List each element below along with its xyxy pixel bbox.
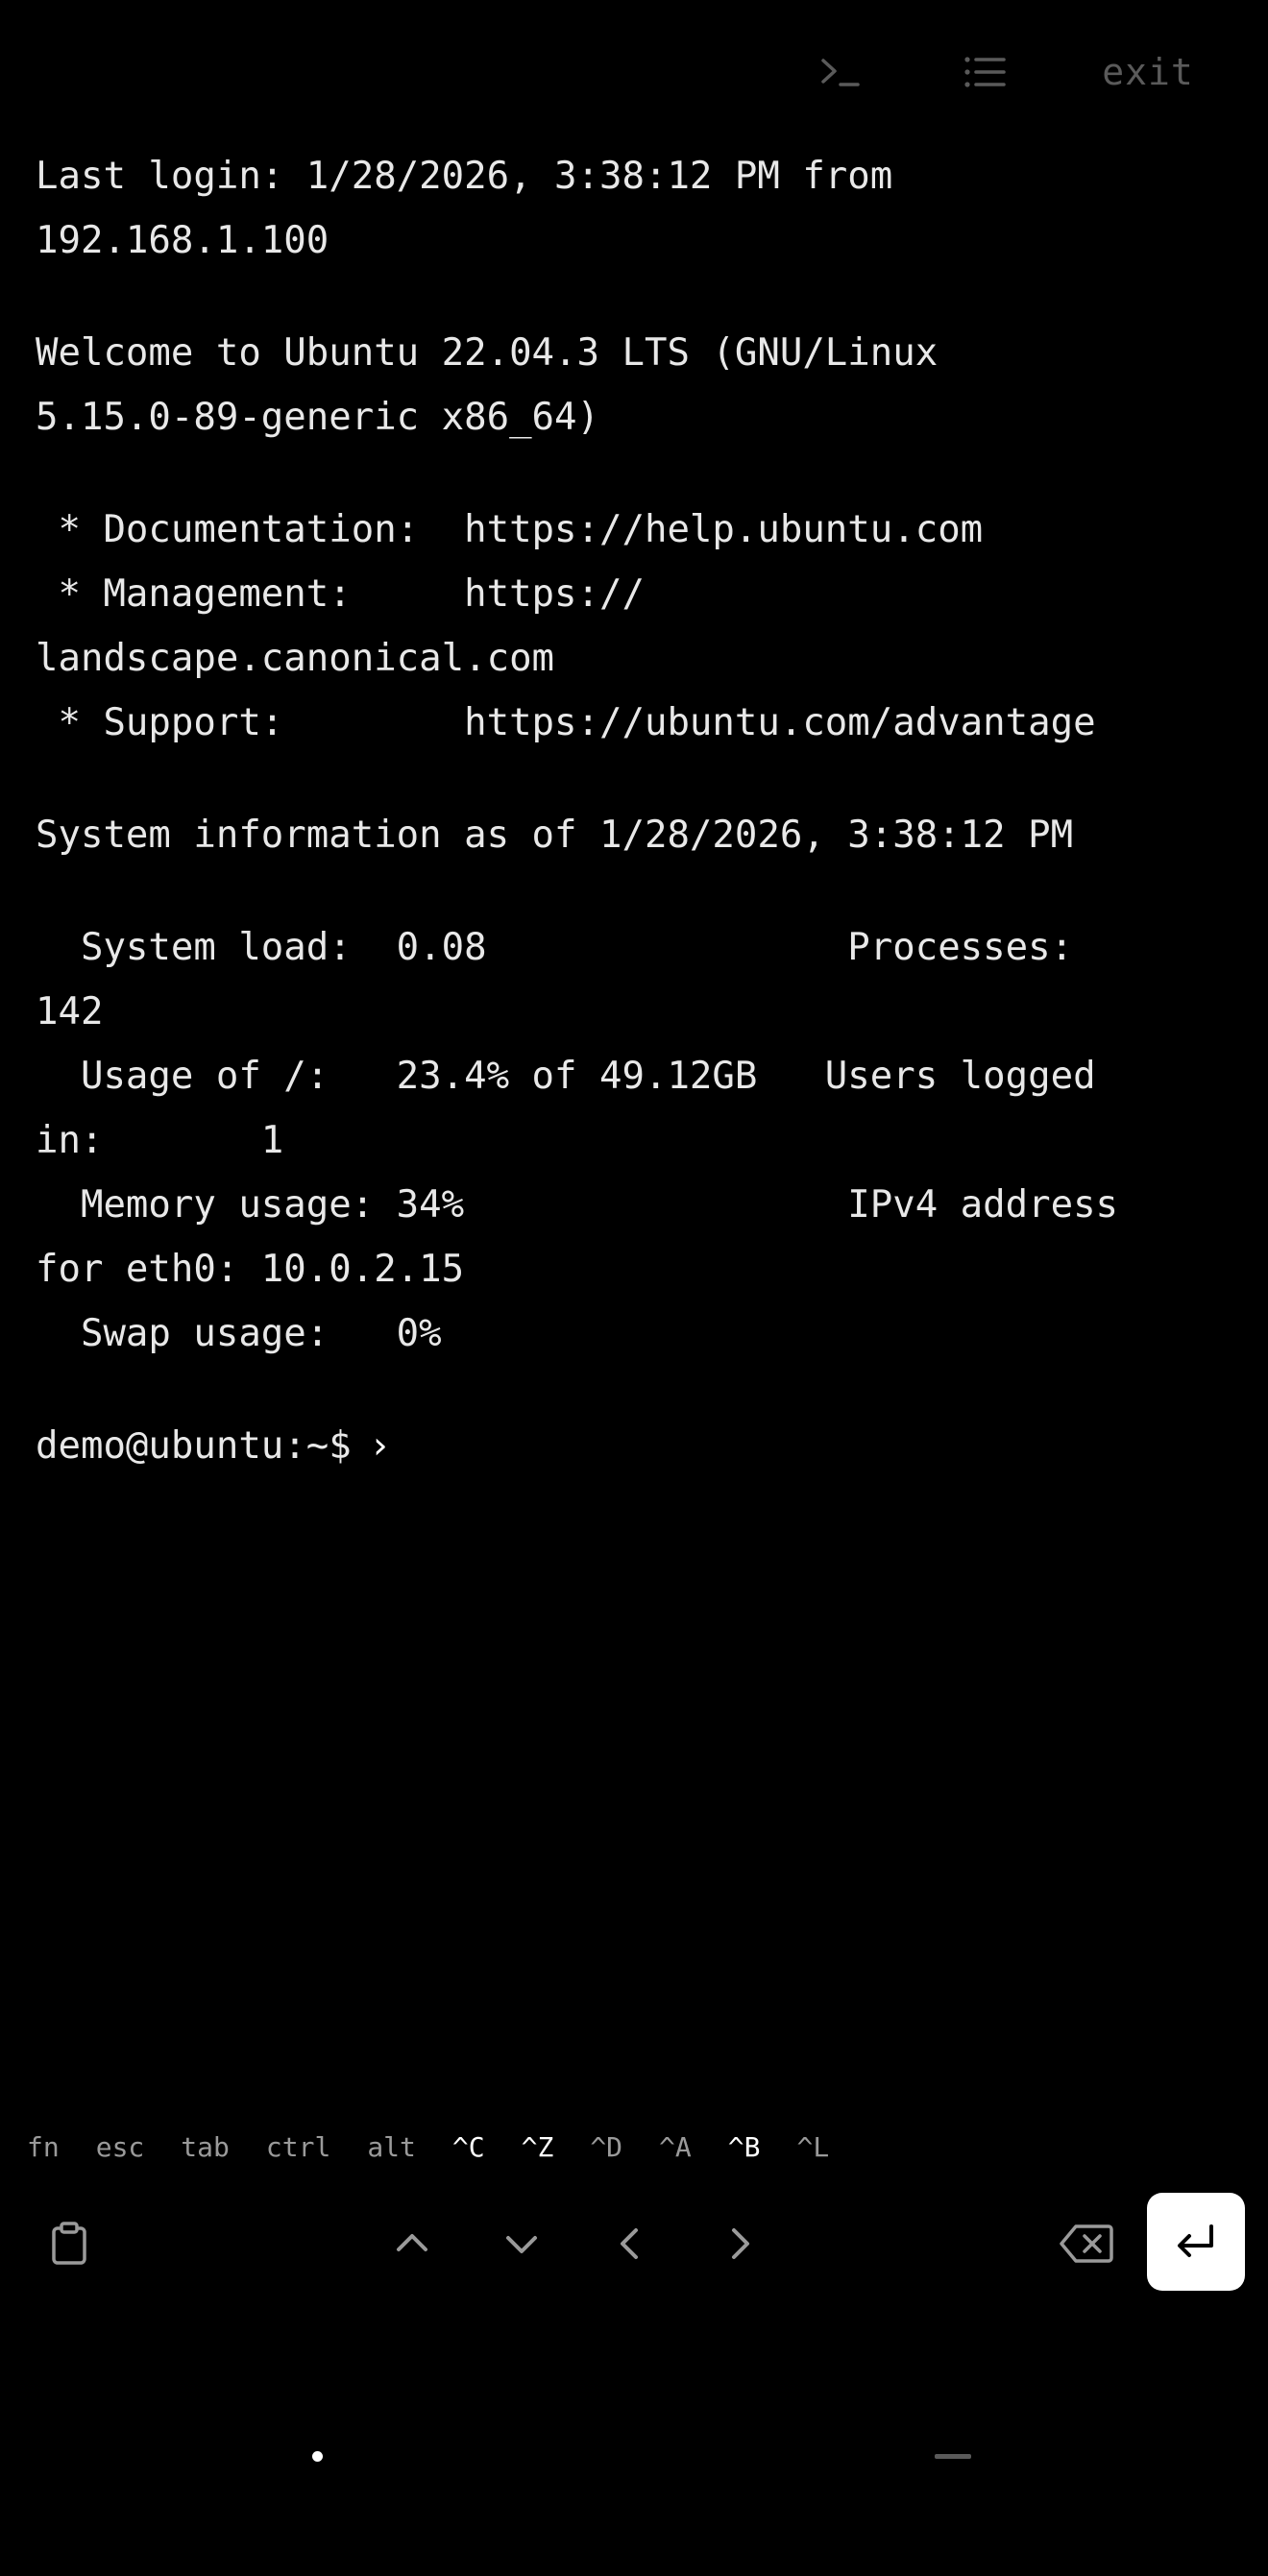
extra-key[interactable]: ^B — [728, 2131, 761, 2163]
terminal-line: * Documentation: https://help.ubuntu.com — [36, 508, 984, 551]
extra-key[interactable]: alt — [367, 2131, 416, 2163]
control-row — [0, 2193, 1268, 2294]
enter-button[interactable] — [1147, 2193, 1245, 2291]
arrow-up-button[interactable] — [364, 2193, 460, 2294]
extra-key[interactable]: ^D — [590, 2131, 622, 2163]
terminal-line: Usage of /: 23.4% of 49.12GB Users logge… — [36, 1055, 1096, 1098]
list-icon — [964, 57, 1006, 87]
page-indicator-dot[interactable] — [312, 2451, 323, 2462]
terminal-button[interactable] — [807, 38, 874, 106]
extra-key[interactable]: ^Z — [522, 2131, 554, 2163]
extra-key[interactable]: ^A — [659, 2131, 692, 2163]
backspace-button[interactable] — [1038, 2193, 1134, 2294]
extra-key[interactable]: tab — [181, 2131, 230, 2163]
terminal-line: in: 1 — [36, 1119, 284, 1162]
terminal-line: for eth0: 10.0.2.15 — [36, 1248, 465, 1291]
chevron-down-icon — [506, 2235, 537, 2253]
terminal-prompt-icon — [821, 59, 860, 86]
chevron-left-icon — [621, 2227, 638, 2259]
terminal-line: 5.15.0-89-generic x86_64) — [36, 396, 599, 439]
clipboard-icon — [52, 2221, 86, 2265]
terminal-line: System load: 0.08 Processes: — [36, 926, 1074, 969]
terminal-line: 142 — [36, 990, 104, 1033]
prompt-cursor: › — [368, 1424, 392, 1468]
enter-icon — [1178, 2224, 1213, 2257]
terminal-line: 192.168.1.100 — [36, 219, 329, 262]
arrow-down-button[interactable] — [474, 2193, 570, 2294]
extra-key[interactable]: ctrl — [266, 2131, 330, 2163]
extra-key[interactable]: ^C — [452, 2131, 485, 2163]
list-button[interactable] — [951, 38, 1018, 106]
terminal-line: * Support: https://ubuntu.com/advantage — [36, 701, 1096, 744]
chevron-up-icon — [397, 2233, 427, 2251]
backspace-icon — [1060, 2224, 1113, 2263]
terminal-line: Memory usage: 34% IPv4 address — [36, 1183, 1119, 1227]
terminal-output[interactable]: Last login: 1/28/2026, 3:38:12 PM from 19… — [36, 144, 1236, 1478]
extra-key[interactable]: fn — [27, 2131, 60, 2163]
top-toolbar: exit — [0, 38, 1268, 106]
terminal-line: landscape.canonical.com — [36, 637, 555, 680]
clipboard-button[interactable] — [21, 2193, 117, 2294]
terminal-line: Swap usage: 0% — [36, 1312, 442, 1355]
prompt-line: demo@ubuntu:~$ › — [36, 1414, 1236, 1478]
terminal-line: Welcome to Ubuntu 22.04.3 LTS (GNU/Linux — [36, 331, 939, 375]
shell-prompt: demo@ubuntu:~$ — [36, 1424, 352, 1468]
terminal-line: Last login: 1/28/2026, 3:38:12 PM from — [36, 155, 893, 198]
arrow-left-button[interactable] — [582, 2193, 678, 2294]
extra-key[interactable]: ^L — [796, 2131, 829, 2163]
chevron-right-icon — [732, 2227, 749, 2259]
arrow-right-button[interactable] — [692, 2193, 788, 2294]
page-indicator-line[interactable] — [935, 2454, 971, 2459]
terminal-line: System information as of 1/28/2026, 3:38… — [36, 814, 1074, 857]
terminal-line: * Management: https:// — [36, 572, 645, 616]
extra-key[interactable]: esc — [96, 2131, 145, 2163]
exit-button[interactable]: exit — [1085, 38, 1210, 106]
extra-keys-row: fn esc tab ctrl alt ^C ^Z ^D ^A ^B ^L — [27, 2123, 866, 2171]
